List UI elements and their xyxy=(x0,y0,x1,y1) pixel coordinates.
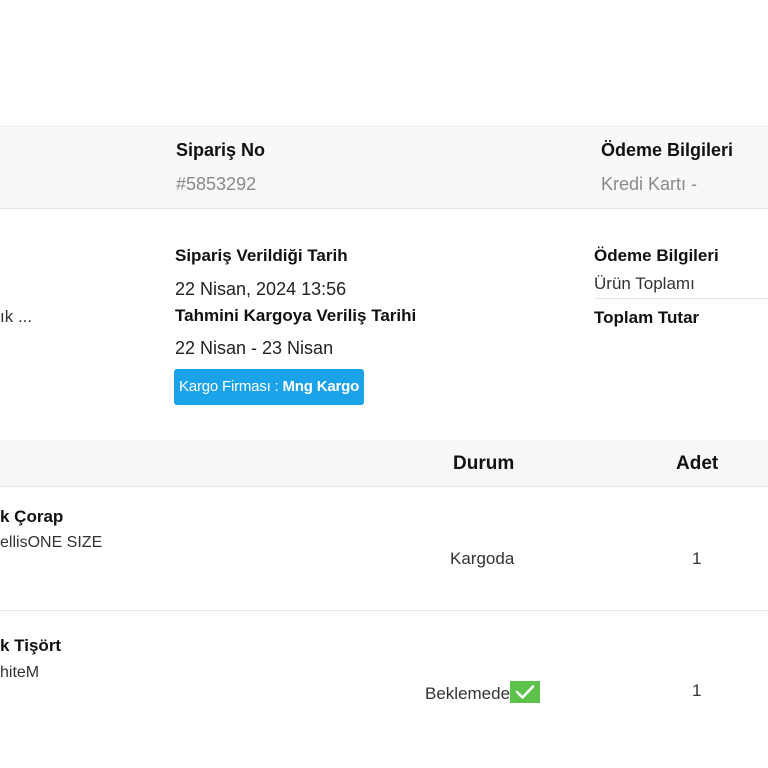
payment-divider xyxy=(594,298,768,299)
table-row: k Çorap ellisONE SIZE Kargoda 1 xyxy=(0,487,768,611)
order-no-value: #5853292 xyxy=(176,174,257,194)
product-variant: ellisONE SIZE xyxy=(0,534,103,551)
product-name[interactable]: k Çorap xyxy=(0,507,63,527)
order-date-value: 22 Nisan, 2024 13:56 xyxy=(175,279,347,299)
ship-date-label: Tahmini Kargoya Veriliş Tarihi xyxy=(175,306,417,325)
ship-date-value: 22 Nisan - 23 Nisan xyxy=(175,338,334,358)
order-quantity: 1 xyxy=(692,681,702,700)
order-no-title: Sipariş No xyxy=(176,140,266,160)
status-column-header: Durum xyxy=(453,453,515,474)
order-status-cell: Beklemede xyxy=(425,681,541,704)
order-info-bar: Sipariş No #5853292 Ödeme Bilgileri Kred… xyxy=(0,126,768,209)
table-header: Durum Adet xyxy=(0,440,768,487)
order-status: Beklemede xyxy=(425,684,511,703)
table-row: k Tişört hiteM Beklemede 1 xyxy=(0,611,768,768)
check-icon xyxy=(510,681,541,703)
total-amount-label: Toplam Tutar xyxy=(594,308,700,327)
order-date-label: Sipariş Verildiği Tarih xyxy=(175,246,348,265)
product-variant: hiteM xyxy=(0,664,40,681)
cargo-label: Kargo Firması : xyxy=(179,378,283,395)
payment-method-value: Kredi Kartı - xyxy=(601,174,698,194)
payment-info-title: Ödeme Bilgileri xyxy=(594,246,719,265)
payment-title: Ödeme Bilgileri xyxy=(601,140,734,160)
product-name[interactable]: k Tişört xyxy=(0,636,61,656)
truncated-address-text: ık ... xyxy=(0,307,33,326)
order-quantity: 1 xyxy=(692,549,702,568)
order-status: Kargoda xyxy=(450,549,515,568)
cargo-company-name: Mng Kargo xyxy=(282,378,360,395)
quantity-column-header: Adet xyxy=(676,453,719,474)
cargo-company-badge: Kargo Firması : Mng Kargo xyxy=(174,369,365,405)
product-total-label: Ürün Toplamı xyxy=(594,274,695,293)
